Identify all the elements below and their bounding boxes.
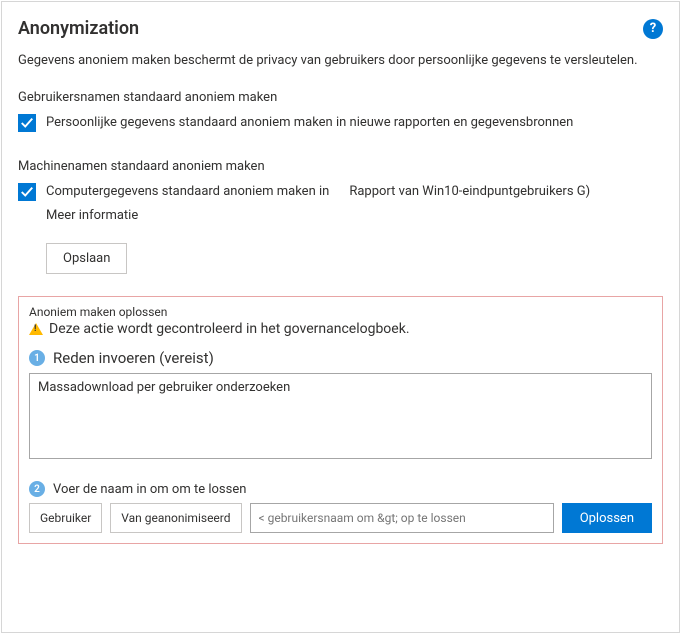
- step-1-row: 1 Reden invoeren (vereist): [29, 349, 652, 367]
- username-to-resolve-input[interactable]: [250, 503, 554, 533]
- checkmark-icon: [20, 116, 34, 130]
- usernames-checkbox-label: Persoonlijke gegevens standaard anoniem …: [46, 113, 573, 133]
- report-name-link[interactable]: Rapport van Win10-eindpuntgebruikers G): [349, 182, 590, 202]
- usernames-section-label: Gebruikersnamen standaard anoniem maken: [18, 90, 663, 105]
- resolve-button[interactable]: Oplossen: [562, 503, 652, 533]
- page-description: Gegevens anoniem maken beschermt de priv…: [18, 53, 663, 68]
- machines-checkbox-row: Computergegevens standaard anoniem maken…: [18, 182, 663, 202]
- governance-warning-row: Deze actie wordt gecontroleerd in het go…: [29, 321, 652, 337]
- reason-input[interactable]: [29, 373, 652, 459]
- machines-checkbox-label: Computergegevens standaard anoniem maken…: [46, 182, 329, 202]
- step-1-badge: 1: [29, 350, 45, 366]
- step-2-label: Voer de naam in om om te lossen: [53, 482, 246, 497]
- warning-icon: [29, 323, 43, 335]
- save-button[interactable]: Opslaan: [46, 243, 127, 274]
- help-icon[interactable]: ?: [643, 19, 663, 39]
- more-info-link[interactable]: Meer informatie: [46, 208, 663, 223]
- anonymization-settings-page: Anonymization ? Gegevens anoniem maken b…: [1, 1, 680, 633]
- user-dropdown-button[interactable]: Gebruiker: [29, 503, 102, 533]
- machines-checkbox[interactable]: [18, 183, 36, 201]
- resolve-action-row: Gebruiker Van geanonimiseerd Oplossen: [29, 503, 652, 533]
- step-1-label: Reden invoeren (vereist): [53, 349, 214, 367]
- machines-section-label: Machinenamen standaard anoniem maken: [18, 159, 663, 174]
- usernames-checkbox-row: Persoonlijke gegevens standaard anoniem …: [18, 113, 663, 133]
- checkmark-icon: [20, 185, 34, 199]
- usernames-checkbox[interactable]: [18, 114, 36, 132]
- machines-checkbox-label-group: Computergegevens standaard anoniem maken…: [46, 182, 590, 202]
- page-title: Anonymization: [18, 18, 139, 39]
- header-row: Anonymization ?: [18, 18, 663, 39]
- step-2-row: 2 Voer de naam in om om te lossen: [29, 481, 652, 497]
- step-2-badge: 2: [29, 481, 45, 497]
- governance-warning-text: Deze actie wordt gecontroleerd in het go…: [49, 321, 410, 337]
- from-anonymized-dropdown-button[interactable]: Van geanonimiseerd: [110, 503, 241, 533]
- resolve-panel-title: Anoniem maken oplossen: [29, 305, 652, 319]
- resolve-anonymization-panel: Anoniem maken oplossen Deze actie wordt …: [18, 296, 663, 544]
